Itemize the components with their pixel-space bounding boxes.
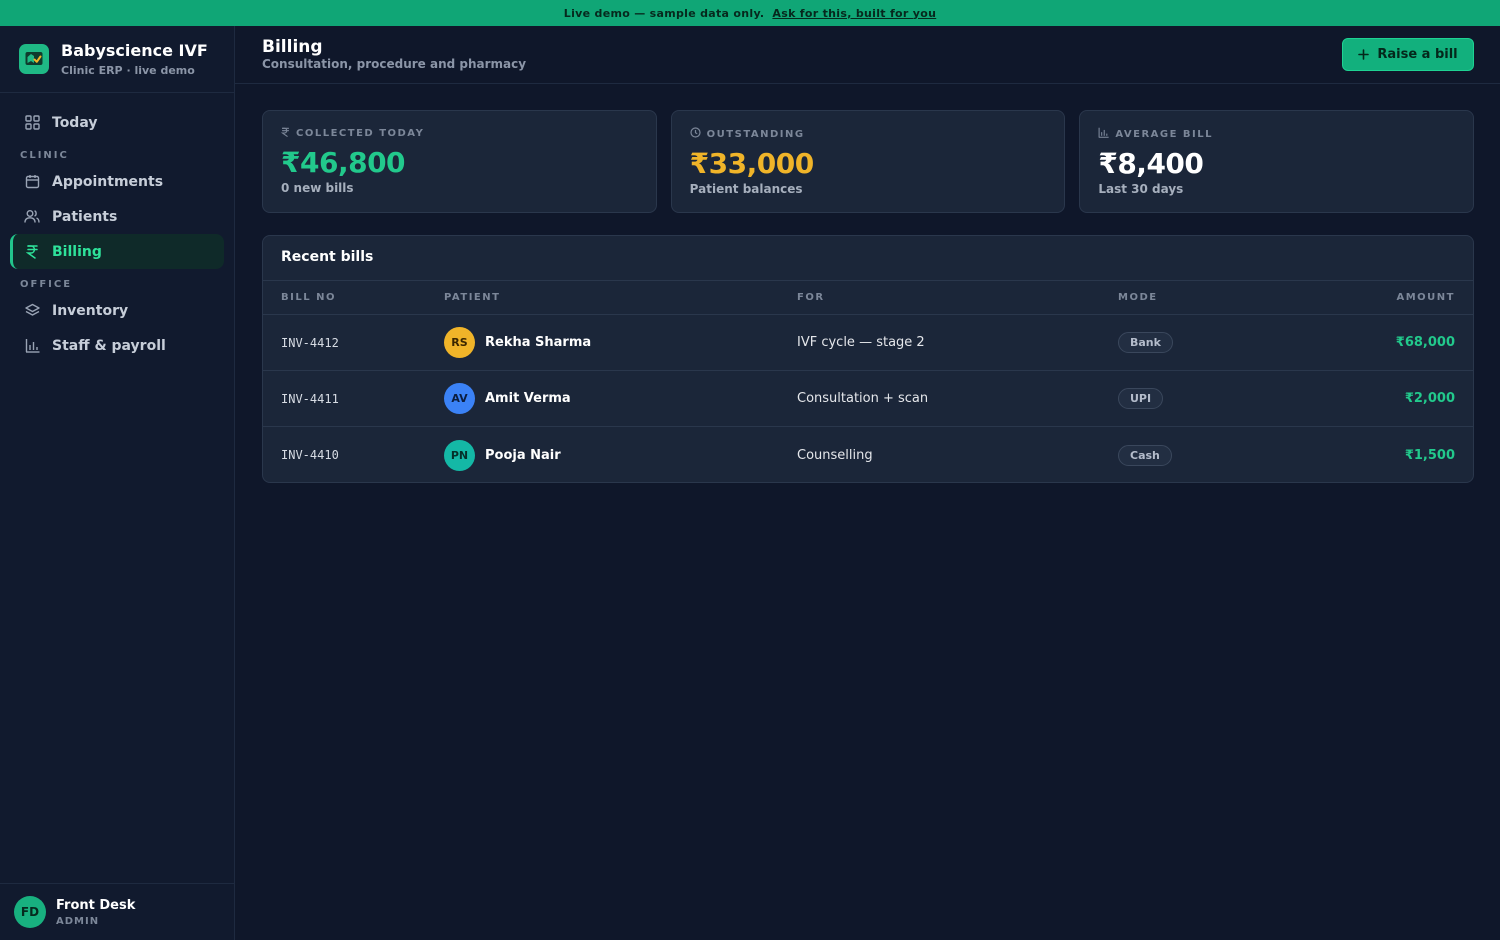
sidebar-item-appointments[interactable]: Appointments [10,164,224,199]
avatar: PN [444,439,475,471]
avatar: FD [14,896,46,928]
brand-subtitle: Clinic ERP · live demo [61,64,195,77]
stat-value: ₹8,400 [1098,147,1204,180]
calendar-icon [24,174,40,190]
column-header-mode[interactable]: MODE [1118,292,1313,303]
stat-card-average: AVERAGE BILL ₹8,400 Last 30 days [1079,110,1475,213]
nav-section-clinic: CLINIC [20,150,69,161]
bill-amount: ₹2,000 [1404,391,1455,406]
bill-number: INV-4410 [281,448,339,462]
banner-text: Live demo — sample data only. [563,6,765,20]
sidebar: Babyscience IVF Clinic ERP · live demo T… [0,26,235,940]
card-title: Recent bills [263,236,1473,281]
avatar: RS [444,327,475,358]
sidebar-item-staff-payroll[interactable]: Staff & payroll [10,328,224,363]
sidebar-item-inventory[interactable]: Inventory [10,293,224,328]
brand: Babyscience IVF Clinic ERP · live demo [0,26,234,93]
column-header-for[interactable]: FOR [797,292,1118,303]
page-subtitle: Consultation, procedure and pharmacy [262,57,527,71]
page-header: Billing Consultation, procedure and phar… [235,26,1500,84]
rupee-icon [24,244,40,260]
raise-bill-label: Raise a bill [1377,47,1458,62]
banner-link[interactable]: Ask for this, built for you [772,7,936,20]
sidebar-nav: Today CLINIC Appointments Patients Billi… [0,93,234,363]
stat-label: AVERAGE BILL [1115,128,1214,140]
sidebar-item-today[interactable]: Today [10,105,224,140]
sidebar-item-label: Today [52,114,98,131]
column-header-patient[interactable]: PATIENT [444,292,797,303]
sidebar-item-billing[interactable]: Billing [10,234,224,269]
sidebar-item-label: Patients [52,208,118,225]
rupee-icon [280,127,290,140]
table-header: BILL NO PATIENT FOR MODE AMOUNT [263,281,1473,315]
plus-icon [1358,49,1370,60]
sidebar-item-label: Appointments [52,173,164,190]
patient-name[interactable]: Amit Verma [485,391,571,406]
patient-name[interactable]: Pooja Nair [485,448,561,463]
grid-icon [24,115,40,131]
stats-row: COLLECTED TODAY ₹46,800 0 new bills OUTS… [262,110,1475,213]
column-header-amount[interactable]: AMOUNT [1313,292,1473,303]
table-row[interactable]: INV-4412 RS Rekha Sharma IVF cycle — sta… [263,315,1473,371]
payment-mode-badge: UPI [1118,388,1164,409]
brand-logo [19,44,49,74]
nav-section-office: OFFICE [20,279,73,290]
page-title: Billing [262,37,323,57]
stat-subtext: Patient balances [689,182,803,196]
bill-purpose: IVF cycle — stage 2 [797,335,925,350]
payment-mode-badge: Bank [1118,332,1173,353]
stat-value: ₹46,800 [281,146,406,179]
bar-chart-icon [1098,127,1109,141]
stat-subtext: 0 new bills [281,181,354,195]
clinic-logo-icon [25,52,43,65]
user-role: ADMIN [56,915,100,927]
stat-subtext: Last 30 days [1098,182,1184,196]
stat-card-collected: COLLECTED TODAY ₹46,800 0 new bills [262,110,657,213]
bill-purpose: Counselling [797,447,873,463]
bill-number: INV-4412 [281,335,339,350]
stat-label: COLLECTED TODAY [296,128,425,139]
users-icon [24,209,40,225]
bar-chart-icon [24,338,40,354]
bill-amount: ₹68,000 [1395,335,1455,350]
table-row[interactable]: INV-4410 PN Pooja Nair Counselling Cash … [263,427,1473,482]
user-name: Front Desk [56,897,136,913]
recent-bills-card: Recent bills BILL NO PATIENT FOR MODE AM… [262,235,1474,483]
stat-value: ₹33,000 [689,147,815,180]
stat-label: OUTSTANDING [706,128,805,140]
sidebar-item-label: Staff & payroll [52,337,166,354]
demo-banner: Live demo — sample data only. Ask for th… [0,0,1500,26]
clock-icon [690,127,701,141]
user-profile[interactable]: FD Front Desk ADMIN [0,883,234,940]
sidebar-item-label: Inventory [52,302,129,319]
sidebar-item-patients[interactable]: Patients [10,199,224,234]
bill-amount: ₹1,500 [1404,447,1455,463]
layers-icon [24,303,40,319]
column-header-bill-no[interactable]: BILL NO [263,292,444,303]
payment-mode-badge: Cash [1118,444,1172,466]
bill-purpose: Consultation + scan [797,391,929,406]
patient-name[interactable]: Rekha Sharma [485,335,591,350]
bill-number: INV-4411 [281,391,339,406]
stat-card-outstanding: OUTSTANDING ₹33,000 Patient balances [670,110,1066,213]
brand-name: Babyscience IVF [61,41,208,60]
sidebar-item-label: Billing [52,243,102,260]
table-row[interactable]: INV-4411 AV Amit Verma Consultation + sc… [263,371,1473,427]
raise-bill-button[interactable]: Raise a bill [1342,38,1474,71]
avatar: AV [444,383,475,414]
